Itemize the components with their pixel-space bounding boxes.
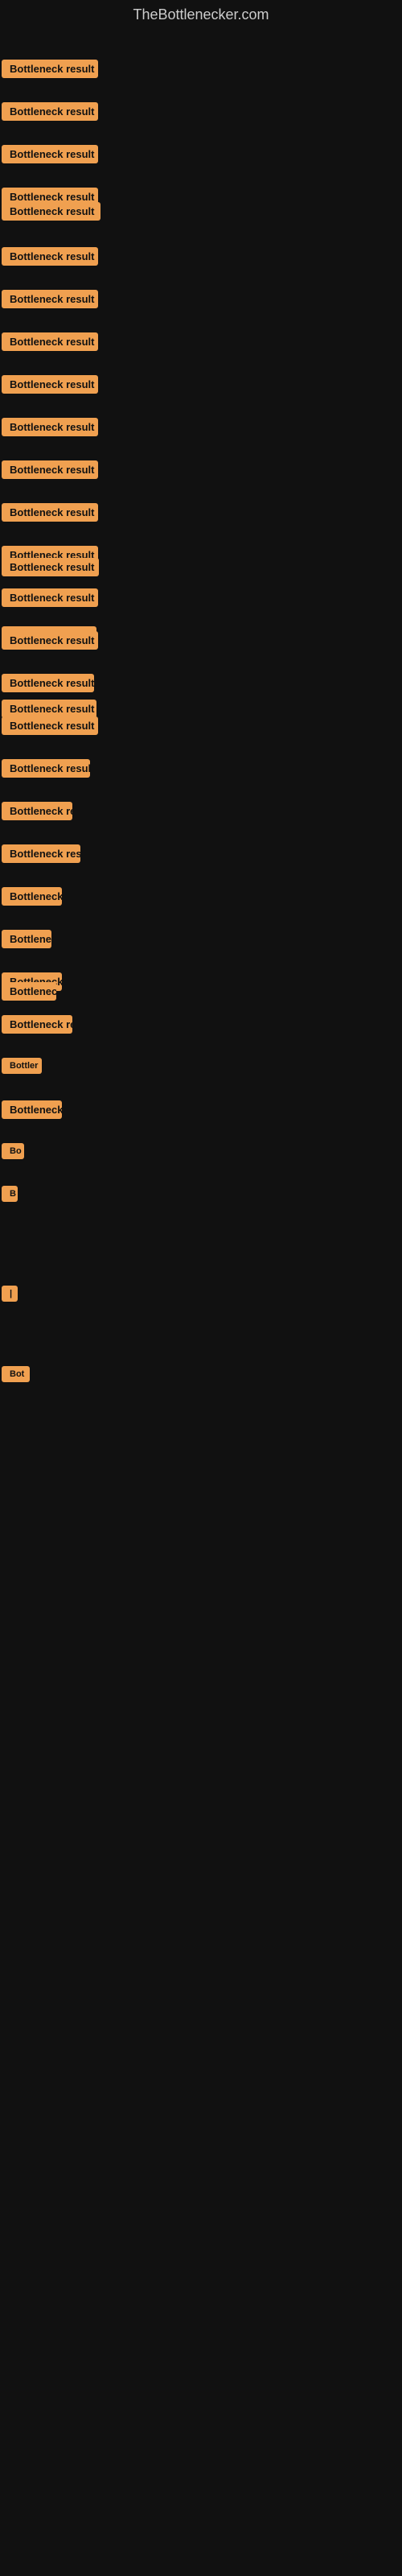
- bottleneck-result-row: Bottleneck result: [2, 588, 98, 611]
- bottleneck-result-badge[interactable]: Bottleneck resu: [2, 844, 80, 863]
- bottleneck-result-badge[interactable]: Bottleneck result: [2, 558, 99, 576]
- bottleneck-result-badge[interactable]: Bottler: [2, 1058, 42, 1074]
- bottleneck-result-badge[interactable]: Bottleneck result: [2, 716, 98, 735]
- bottleneck-result-row: Bot: [2, 1366, 30, 1386]
- bottleneck-result-badge[interactable]: Bottlenec: [2, 982, 56, 1001]
- bottleneck-result-row: Bottleneck result: [2, 759, 90, 782]
- bottleneck-result-row: Bottlene: [2, 930, 51, 952]
- bottleneck-result-badge[interactable]: Bottleneck result: [2, 145, 98, 163]
- bottleneck-result-badge[interactable]: Bottleneck result: [2, 60, 98, 78]
- bottleneck-result-badge[interactable]: Bottlene: [2, 930, 51, 948]
- bottleneck-result-badge[interactable]: Bottleneck result: [2, 674, 94, 692]
- bottleneck-result-row: |: [2, 1286, 18, 1306]
- bottleneck-result-badge[interactable]: Bottleneck: [2, 1100, 62, 1119]
- bottleneck-result-badge[interactable]: Bottleneck result: [2, 290, 98, 308]
- bottleneck-result-row: Bottleneck result: [2, 460, 98, 483]
- bottleneck-result-badge[interactable]: Bottleneck result: [2, 759, 90, 778]
- bottleneck-result-row: Bottleneck result: [2, 145, 98, 167]
- bottleneck-result-row: Bottleneck resu: [2, 844, 80, 867]
- bottleneck-result-badge[interactable]: Bottleneck result: [2, 418, 98, 436]
- bottleneck-result-row: Bottleneck result: [2, 558, 99, 580]
- bottleneck-result-badge[interactable]: Bo: [2, 1143, 24, 1159]
- bottleneck-result-badge[interactable]: Bot: [2, 1366, 30, 1382]
- bottleneck-result-row: Bottleneck result: [2, 60, 98, 82]
- bottleneck-result-row: Bottlenec: [2, 982, 56, 1005]
- bottleneck-result-badge[interactable]: B: [2, 1186, 18, 1202]
- bottleneck-result-badge[interactable]: Bottleneck result: [2, 460, 98, 479]
- bottleneck-result-badge[interactable]: Bottleneck result: [2, 700, 96, 718]
- bottleneck-result-badge[interactable]: |: [2, 1286, 18, 1302]
- bottleneck-result-badge[interactable]: Bottleneck result: [2, 375, 98, 394]
- bottleneck-result-row: Bottleneck result: [2, 418, 98, 440]
- bottleneck-result-row: Bottleneck result: [2, 375, 98, 398]
- bottleneck-result-row: Bottleneck result: [2, 631, 98, 654]
- bottleneck-result-badge[interactable]: Bottleneck result: [2, 588, 98, 607]
- site-title: TheBottlenecker.com: [0, 0, 402, 30]
- bottleneck-result-row: Bottleneck result: [2, 102, 98, 125]
- bottleneck-result-row: Bottleneck re: [2, 1015, 72, 1038]
- bottleneck-result-row: Bottleneck result: [2, 290, 98, 312]
- bottleneck-result-badge[interactable]: Bottleneck result: [2, 332, 98, 351]
- bottleneck-result-badge[interactable]: Bottleneck result: [2, 102, 98, 121]
- bottleneck-result-row: B: [2, 1186, 18, 1206]
- bottleneck-result-row: Bottleneck result: [2, 716, 98, 739]
- bottleneck-result-row: Bottleneck result: [2, 332, 98, 355]
- bottleneck-result-badge[interactable]: Bottleneck result: [2, 503, 98, 522]
- bottleneck-result-row: Bottleneck result: [2, 503, 98, 526]
- bottleneck-result-row: Bottleneck result: [2, 202, 100, 225]
- bottleneck-result-row: Bottleneck result: [2, 674, 94, 696]
- bottleneck-result-badge[interactable]: Bottleneck: [2, 887, 62, 906]
- bottleneck-result-row: Bottleneck result: [2, 247, 98, 270]
- bottleneck-result-badge[interactable]: Bottleneck re: [2, 802, 72, 820]
- bottleneck-result-badge[interactable]: Bottleneck result: [2, 631, 98, 650]
- bottleneck-result-row: Bottleneck: [2, 1100, 62, 1123]
- bottleneck-result-row: Bo: [2, 1143, 24, 1163]
- bottleneck-result-row: Bottler: [2, 1058, 42, 1078]
- bottleneck-result-row: Bottleneck re: [2, 802, 72, 824]
- bottleneck-result-row: Bottleneck: [2, 887, 62, 910]
- bottleneck-result-badge[interactable]: Bottleneck result: [2, 247, 98, 266]
- bottleneck-result-badge[interactable]: Bottleneck result: [2, 202, 100, 221]
- bottleneck-result-badge[interactable]: Bottleneck re: [2, 1015, 72, 1034]
